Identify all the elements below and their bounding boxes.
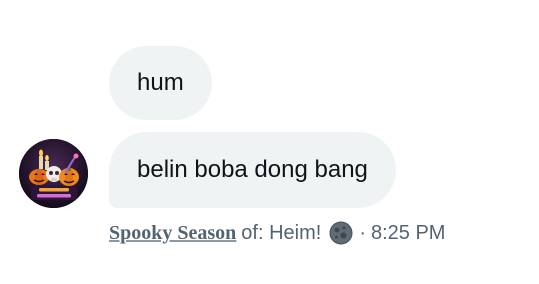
separator-dot: · (359, 221, 366, 244)
message-text: belin boba dong bang (137, 156, 368, 183)
message-bubble[interactable]: hum (109, 46, 212, 120)
message-bubble[interactable]: belin boba dong bang (109, 132, 396, 208)
sender-suffix: of: Heim! (241, 221, 322, 244)
moon-icon (329, 221, 353, 245)
sender-link[interactable]: Spooky Season (109, 222, 236, 245)
dm-conversation: hum belin boba dong bang Spooky Season o… (0, 0, 539, 284)
halloween-avatar-icon (19, 139, 88, 208)
message-meta: Spooky Season of: Heim! · 8:25 PM (109, 219, 445, 247)
avatar[interactable] (19, 139, 88, 208)
message-text: hum (137, 69, 184, 96)
timestamp: 8:25 PM (370, 221, 446, 244)
